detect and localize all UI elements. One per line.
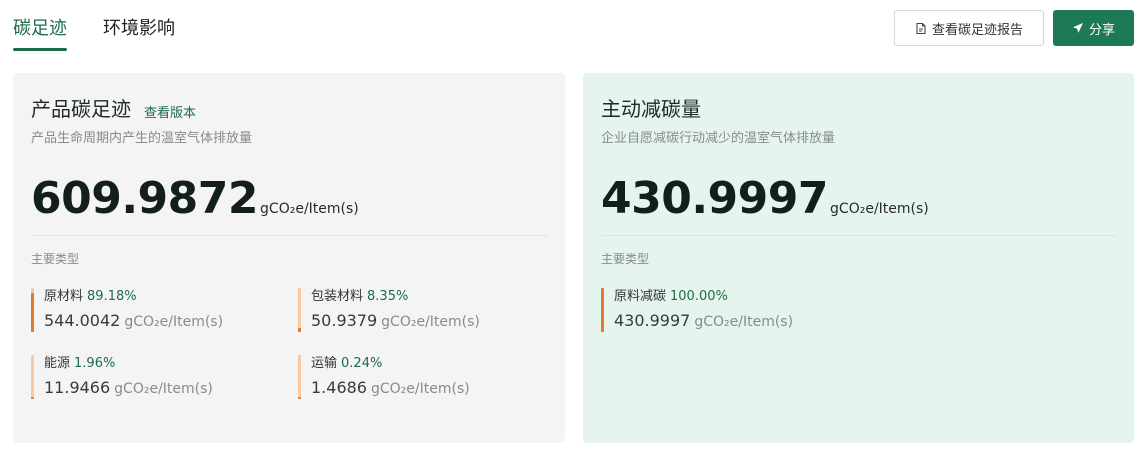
product-footprint-card: 产品碳足迹 查看版本 产品生命周期内产生的温室气体排放量 609.9872 gC…	[13, 73, 565, 443]
item-percent: 100.00%	[670, 289, 728, 304]
share-bar	[298, 288, 301, 332]
section-label: 主要类型	[601, 252, 650, 266]
item-value: 50.9379	[311, 311, 378, 330]
item-name: 原材料	[44, 289, 84, 304]
tab-environmental-impact[interactable]: 环境影响	[103, 17, 175, 41]
item-unit: gCO₂e/Item(s)	[370, 381, 470, 397]
share-bar	[298, 355, 301, 399]
breakdown-item-raw-material-reduction: 原料减碳 100.00% 430.9997 gCO₂e/Item(s)	[601, 288, 793, 332]
view-report-button[interactable]: 查看碳足迹报告	[894, 10, 1044, 46]
breakdown-item-transport: 运输 0.24% 1.4686 gCO₂e/Item(s)	[298, 355, 470, 399]
item-name: 包装材料	[311, 289, 364, 304]
item-unit: gCO₂e/Item(s)	[694, 314, 794, 330]
section-label: 主要类型	[31, 252, 80, 266]
divider	[601, 235, 1116, 236]
item-name: 原料减碳	[614, 289, 667, 304]
card-title: 主动减碳量	[601, 97, 701, 121]
item-name: 运输	[311, 356, 338, 371]
share-bar-fill	[31, 397, 34, 399]
view-versions-link[interactable]: 查看版本	[144, 102, 196, 121]
view-report-label: 查看碳足迹报告	[931, 22, 1023, 38]
item-unit: gCO₂e/Item(s)	[114, 381, 213, 397]
item-value: 544.0042	[44, 311, 121, 330]
active-tab-indicator	[13, 48, 67, 51]
tab-carbon-footprint[interactable]: 碳足迹	[13, 17, 67, 41]
item-percent: 89.18%	[87, 289, 137, 304]
item-value: 11.9466	[44, 378, 111, 397]
total-reduction-unit: gCO₂e/Item(s)	[830, 201, 929, 217]
item-value: 430.9997	[614, 311, 691, 330]
breakdown-item-raw-materials: 原材料 89.18% 544.0042 gCO₂e/Item(s)	[31, 288, 223, 332]
total-footprint: 609.9872 gCO₂e/Item(s)	[31, 173, 359, 225]
card-title: 产品碳足迹	[31, 97, 131, 121]
share-bar-fill	[601, 288, 604, 332]
share-bar-fill	[298, 397, 301, 399]
share-label: 分享	[1088, 22, 1115, 38]
total-footprint-unit: gCO₂e/Item(s)	[260, 201, 359, 217]
carbon-reduction-card: 主动减碳量 企业自愿减碳行动减少的温室气体排放量 430.9997 gCO₂e/…	[583, 73, 1134, 443]
breakdown-item-energy: 能源 1.96% 11.9466 gCO₂e/Item(s)	[31, 355, 213, 399]
total-reduction: 430.9997 gCO₂e/Item(s)	[601, 173, 929, 225]
item-name: 能源	[44, 356, 71, 371]
send-icon	[1072, 22, 1084, 34]
total-footprint-value: 609.9872	[31, 173, 259, 224]
share-bar-fill	[31, 292, 34, 332]
share-bar	[31, 288, 34, 332]
item-percent: 1.96%	[74, 356, 116, 371]
document-icon	[915, 22, 927, 35]
item-percent: 0.24%	[341, 356, 383, 371]
total-reduction-value: 430.9997	[601, 173, 829, 224]
share-bar	[601, 288, 604, 332]
share-bar	[31, 355, 34, 399]
share-bar-fill	[298, 328, 301, 332]
share-button[interactable]: 分享	[1053, 10, 1134, 46]
top-bar: 碳足迹 环境影响 查看碳足迹报告 分享	[0, 0, 1142, 62]
divider	[31, 235, 547, 236]
item-unit: gCO₂e/Item(s)	[124, 314, 224, 330]
card-subtitle: 产品生命周期内产生的温室气体排放量	[31, 131, 253, 146]
item-percent: 8.35%	[367, 289, 409, 304]
item-unit: gCO₂e/Item(s)	[381, 314, 480, 330]
item-value: 1.4686	[311, 378, 367, 397]
card-subtitle: 企业自愿减碳行动减少的温室气体排放量	[601, 131, 836, 146]
breakdown-item-packaging: 包装材料 8.35% 50.9379 gCO₂e/Item(s)	[298, 288, 480, 332]
